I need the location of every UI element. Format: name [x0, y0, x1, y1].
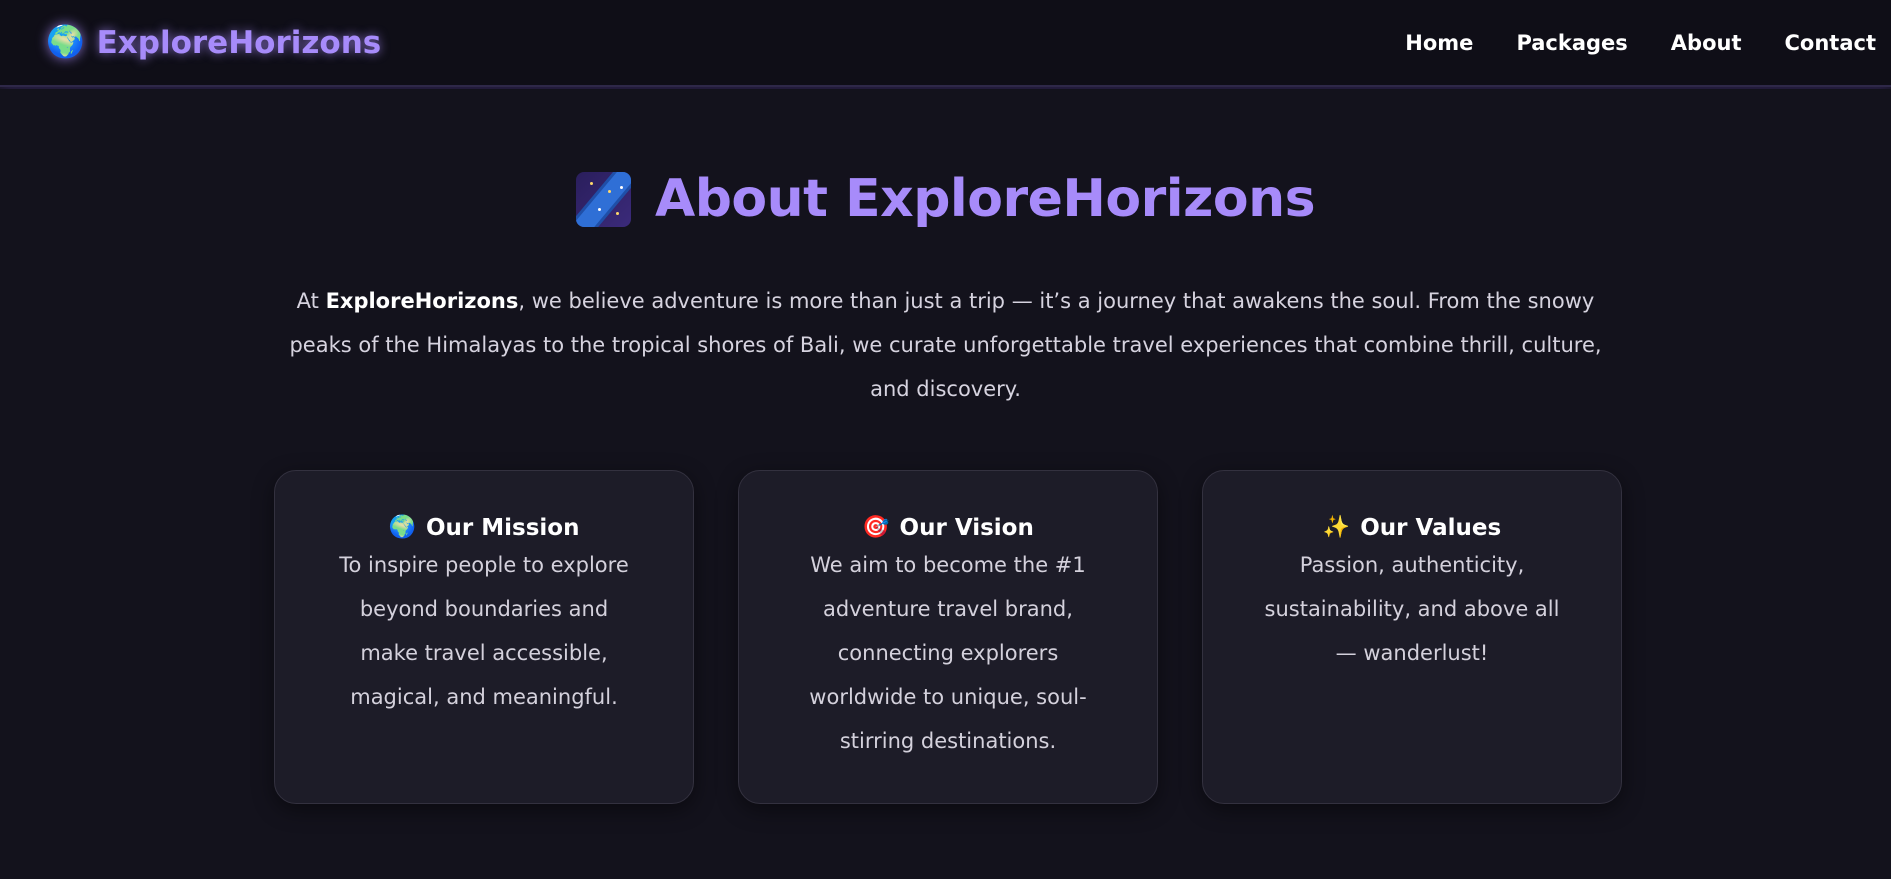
card-text: To inspire people to explore beyond boun… [339, 553, 629, 709]
sparkles-icon: ✨ [1322, 515, 1351, 540]
globe-icon: 🌍 [46, 24, 85, 60]
globe-icon: 🌍 [388, 515, 416, 540]
about-heading: About ExploreHorizons [0, 169, 1891, 229]
card-text: Passion, authenticity, sustainability, a… [1264, 553, 1560, 665]
card-header: 🎯 Our Vision [769, 515, 1127, 541]
card-header: ✨ Our Values [1233, 515, 1591, 541]
brand-name: ExploreHorizons [96, 24, 382, 61]
nav-link-contact[interactable]: Contact [1785, 31, 1877, 55]
about-intro: At ExploreHorizons, we believe adventure… [270, 279, 1621, 411]
target-icon: 🎯 [862, 515, 890, 540]
nav-link-about[interactable]: About [1671, 31, 1742, 55]
intro-brand: ExploreHorizons [325, 289, 519, 313]
milky-way-icon [575, 171, 631, 227]
intro-prefix: At [296, 289, 326, 313]
card-title: Our Vision [899, 515, 1034, 541]
card-title: Our Mission [425, 515, 580, 541]
about-cards: 🌍 Our Mission To inspire people to explo… [274, 470, 1622, 804]
page-title: About ExploreHorizons [654, 169, 1316, 229]
nav-link-packages[interactable]: Packages [1516, 31, 1627, 55]
card-header: 🌍 Our Mission [305, 515, 663, 541]
brand-logo[interactable]: 🌍 ExploreHorizons [46, 25, 381, 61]
card-text: We aim to become the #1 adventure travel… [809, 553, 1087, 753]
mission-card: 🌍 Our Mission To inspire people to explo… [274, 470, 694, 804]
card-title: Our Values [1360, 515, 1502, 541]
about-section: About ExploreHorizons At ExploreHorizons… [0, 89, 1891, 879]
values-card: ✨ Our Values Passion, authenticity, sust… [1202, 470, 1622, 804]
nav-links: Home Packages About Contact [1405, 31, 1876, 55]
top-navbar: 🌍 ExploreHorizons Home Packages About Co… [0, 0, 1891, 87]
nav-link-home[interactable]: Home [1405, 31, 1473, 55]
vision-card: 🎯 Our Vision We aim to become the #1 adv… [738, 470, 1158, 804]
